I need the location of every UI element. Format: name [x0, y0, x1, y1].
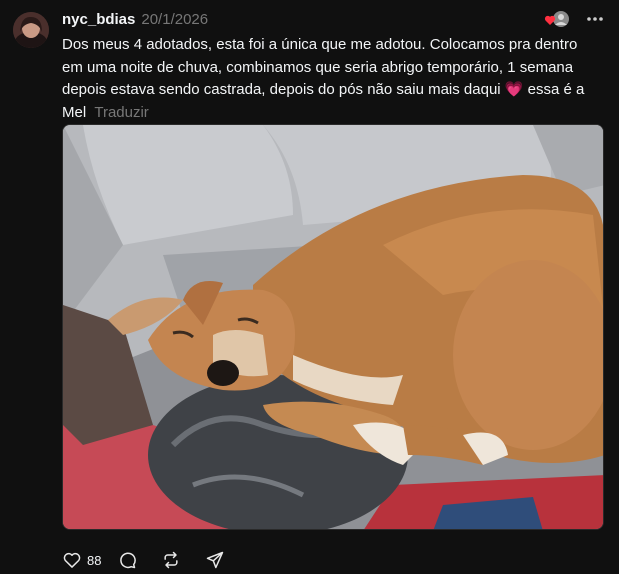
heart-icon [62, 550, 82, 570]
action-bar: 88 [62, 548, 225, 572]
more-dots-icon[interactable] [585, 10, 605, 28]
repost-icon [161, 550, 181, 570]
comment-icon [117, 550, 137, 570]
timestamp[interactable]: 20/1/2026 [141, 11, 208, 28]
post-header: nyc_bdias 20/1/2026 [62, 9, 599, 29]
username[interactable]: nyc_bdias [62, 11, 135, 28]
post-text: Dos meus 4 adotados, esta foi a única qu… [62, 34, 602, 124]
translate-link[interactable]: Traduzir [94, 104, 148, 121]
liked-by-avatar[interactable] [544, 10, 570, 28]
share-icon [205, 550, 225, 570]
repost-button[interactable] [161, 550, 181, 570]
post-photo[interactable] [62, 124, 604, 530]
avatar[interactable] [13, 12, 49, 48]
reply-button[interactable] [117, 550, 137, 570]
like-count: 88 [87, 552, 102, 568]
share-button[interactable] [205, 550, 225, 570]
post-card: nyc_bdias 20/1/2026 Dos meus 4 adotados,… [0, 0, 619, 574]
pink-heart-emoji: 💗 [504, 81, 524, 99]
like-button[interactable]: 88 [62, 550, 101, 570]
heart-badge-icon [544, 15, 556, 25]
post-text-main: Dos meus 4 adotados, esta foi a única qu… [62, 36, 578, 99]
